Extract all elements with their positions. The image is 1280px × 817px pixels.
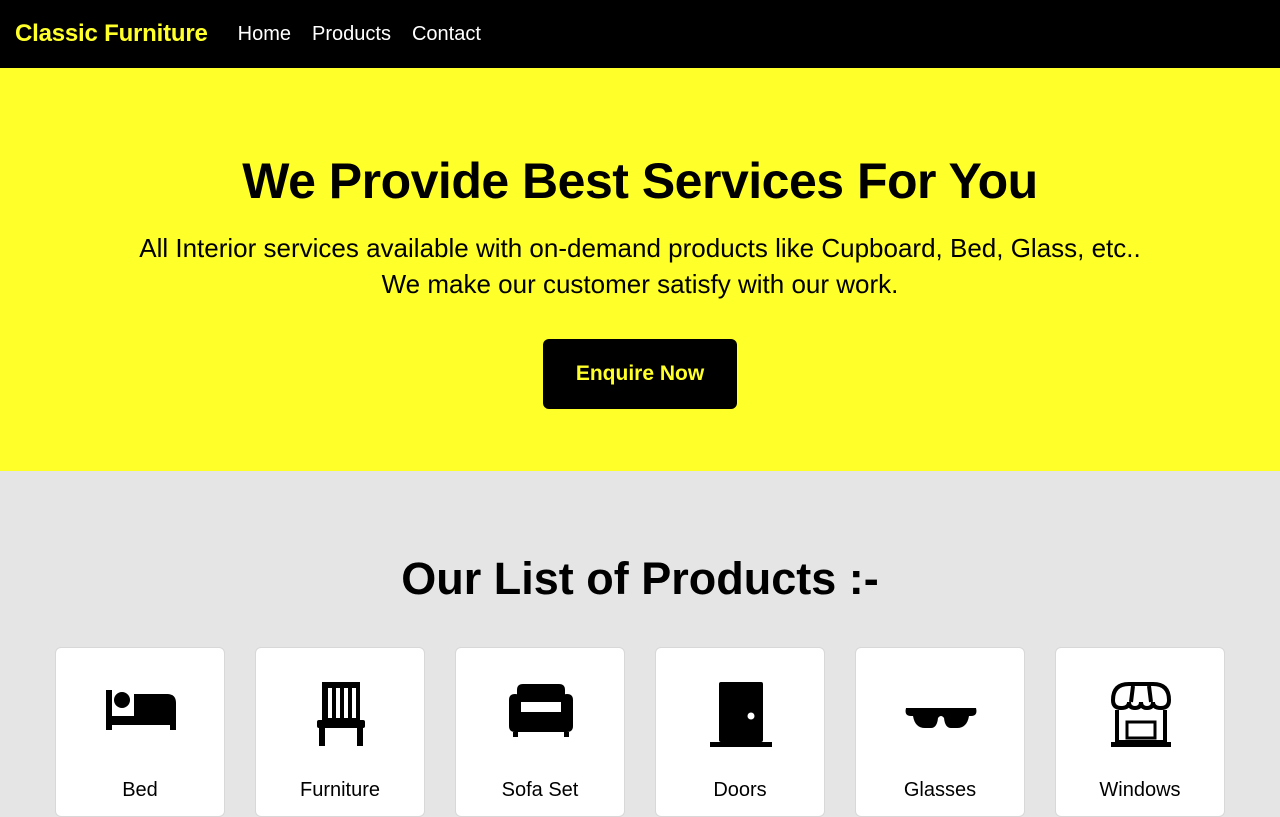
product-card-sofa-set[interactable]: Sofa Set <box>455 647 625 817</box>
hero-description-line-2: We make our customer satisfy with our wo… <box>381 269 899 299</box>
product-label: Furniture <box>299 779 381 801</box>
sofa-icon <box>509 684 573 737</box>
glasses-icon <box>905 708 977 728</box>
product-label: Glasses <box>903 779 977 801</box>
product-label: Doors <box>713 779 767 801</box>
hero-title: We Provide Best Services For You <box>242 153 1038 209</box>
product-card-doors[interactable]: Doors <box>655 647 825 817</box>
product-card-glasses[interactable]: Glasses <box>855 647 1025 817</box>
product-label: Bed <box>122 779 158 801</box>
bed-icon <box>106 690 176 730</box>
nav-contact-link[interactable]: Contact <box>412 23 481 46</box>
store-icon <box>1110 682 1172 747</box>
chair-icon <box>317 682 365 746</box>
products-section-title: Our List of Products :- <box>401 553 879 604</box>
hero-description-line-1: All Interior services available with on-… <box>139 233 1141 263</box>
nav-products-link[interactable]: Products <box>312 23 391 46</box>
product-card-windows[interactable]: Windows <box>1055 647 1225 817</box>
nav-home-link[interactable]: Home <box>238 23 291 46</box>
navbar: Classic Furniture Home Products Contact <box>0 0 1280 68</box>
product-label: Sofa Set <box>501 779 579 801</box>
brand-logo[interactable]: Classic Furniture <box>15 20 208 48</box>
enquire-now-button[interactable]: Enquire Now <box>543 339 737 409</box>
hero-section: We Provide Best Services For You All Int… <box>0 68 1280 471</box>
product-card-bed[interactable]: Bed <box>55 647 225 817</box>
product-label: Windows <box>1099 779 1181 801</box>
product-card-furniture[interactable]: Furniture <box>255 647 425 817</box>
door-icon <box>710 682 772 747</box>
